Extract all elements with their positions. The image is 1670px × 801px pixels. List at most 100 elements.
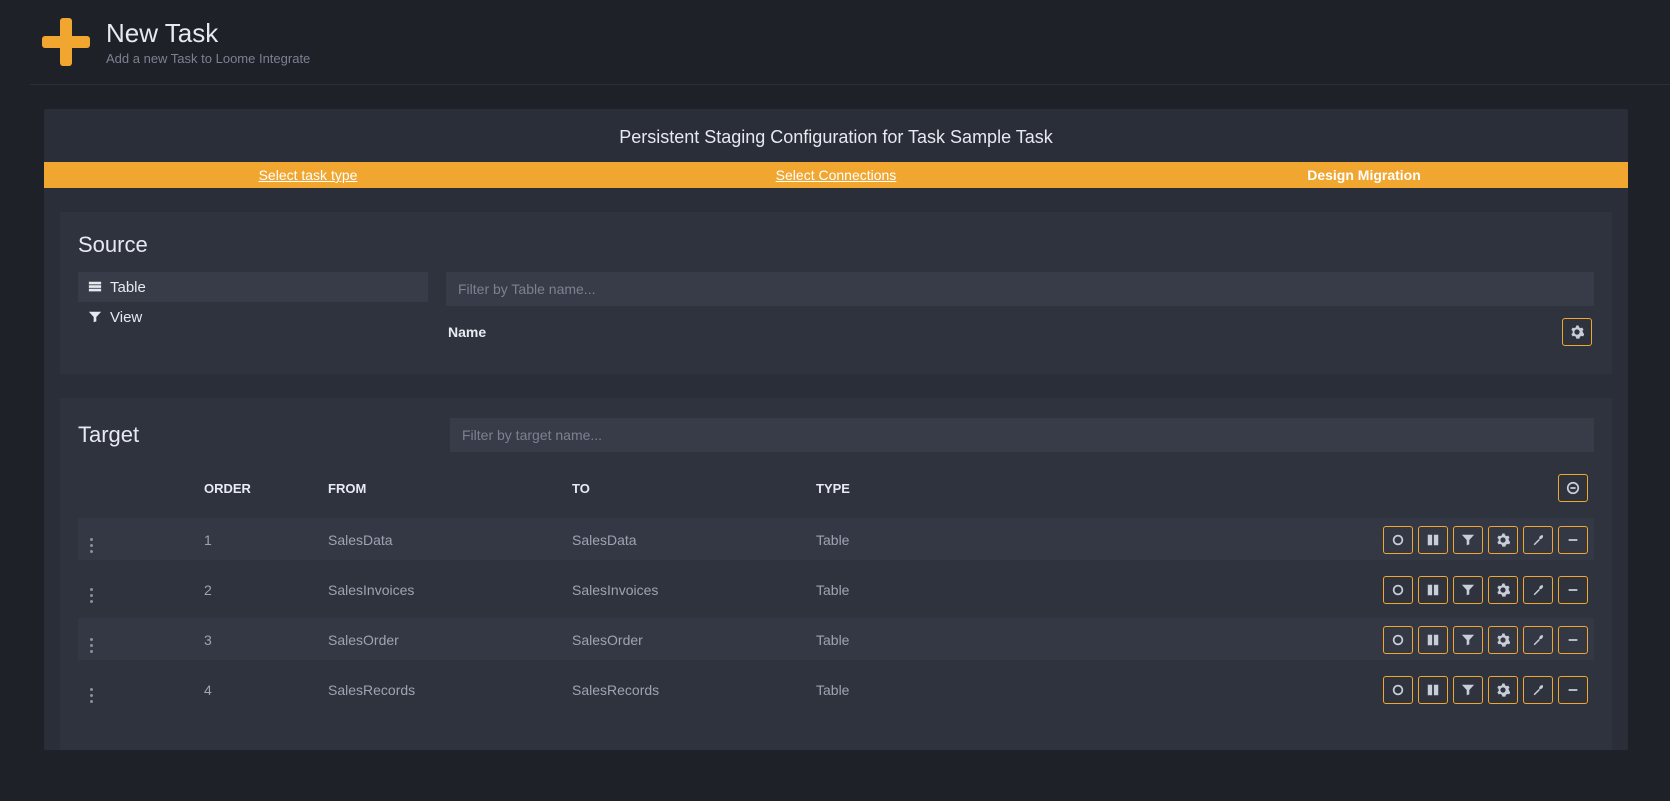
row-action-gear[interactable] [1488,576,1518,604]
source-title: Source [78,232,1594,258]
row-action-minus[interactable] [1558,526,1588,554]
cell-to: SalesData [572,532,816,548]
row-action-columns[interactable] [1418,676,1448,704]
filter-icon [1461,533,1475,547]
row-action-gear[interactable] [1488,626,1518,654]
source-name-column: Name [448,324,486,340]
col-to: TO [572,481,816,496]
cell-order: 3 [204,632,328,648]
drag-handle-icon[interactable] [84,538,93,553]
row-action-filter[interactable] [1453,676,1483,704]
row-action-refresh[interactable] [1383,526,1413,554]
refresh-icon [1391,683,1405,697]
gear-icon [1496,533,1510,547]
source-menu-view[interactable]: View [78,302,428,332]
wrench-icon [1531,683,1545,697]
table-row: 2SalesInvoicesSalesInvoicesTable [78,568,1594,610]
cell-type: Table [816,682,1076,698]
gear-icon [1496,633,1510,647]
minus-icon [1566,583,1580,597]
row-action-refresh[interactable] [1383,576,1413,604]
target-card: Target ORDER FROM TO TYPE 1SalesDataSale… [60,398,1612,750]
row-action-wrench[interactable] [1523,676,1553,704]
row-action-columns[interactable] [1418,626,1448,654]
gear-icon [1496,683,1510,697]
row-action-minus[interactable] [1558,676,1588,704]
row-action-refresh[interactable] [1383,626,1413,654]
target-title: Target [78,422,432,448]
columns-icon [1426,683,1440,697]
source-menu-view-label: View [110,309,142,326]
col-order: ORDER [204,481,328,496]
wizard-steps: Select task type Select Connections Desi… [44,162,1628,188]
drag-handle-icon[interactable] [84,688,93,703]
wizard-step-design-migration[interactable]: Design Migration [1100,162,1628,188]
row-action-columns[interactable] [1418,526,1448,554]
cell-order: 2 [204,582,328,598]
cell-to: SalesRecords [572,682,816,698]
row-action-columns[interactable] [1418,576,1448,604]
row-action-minus[interactable] [1558,626,1588,654]
gear-icon [1570,325,1584,339]
row-action-minus[interactable] [1558,576,1588,604]
page-subtitle: Add a new Task to Loome Integrate [106,51,310,66]
filter-icon [88,310,102,324]
refresh-icon [1391,583,1405,597]
col-from: FROM [328,481,572,496]
page-title: New Task [106,18,310,49]
target-add-button[interactable] [1558,474,1588,502]
row-action-gear[interactable] [1488,676,1518,704]
filter-icon [1461,683,1475,697]
table-icon [88,280,102,294]
cell-type: Table [816,532,1076,548]
source-menu: Table View [78,272,428,332]
row-actions [1076,626,1588,654]
row-action-refresh[interactable] [1383,676,1413,704]
source-menu-table-label: Table [110,279,146,296]
refresh-icon [1391,633,1405,647]
refresh-icon [1391,533,1405,547]
row-actions [1076,676,1588,704]
drag-handle-icon[interactable] [84,588,93,603]
wizard-step-connections[interactable]: Select Connections [572,162,1100,188]
row-actions [1076,576,1588,604]
drag-handle-icon[interactable] [84,638,93,653]
wrench-icon [1531,633,1545,647]
plus-icon [42,18,90,66]
columns-icon [1426,633,1440,647]
cell-to: SalesInvoices [572,582,816,598]
target-filter-input[interactable] [450,418,1594,452]
main-panel: Persistent Staging Configuration for Tas… [44,109,1628,750]
gear-icon [1496,583,1510,597]
source-menu-table[interactable]: Table [78,272,428,302]
cell-from: SalesRecords [328,682,572,698]
filter-icon [1461,633,1475,647]
wrench-icon [1531,583,1545,597]
cell-from: SalesData [328,532,572,548]
row-action-filter[interactable] [1453,576,1483,604]
row-action-wrench[interactable] [1523,526,1553,554]
wrench-icon [1531,533,1545,547]
minus-icon [1566,633,1580,647]
source-filter-input[interactable] [446,272,1594,306]
row-action-gear[interactable] [1488,526,1518,554]
source-card: Source Table View [60,212,1612,374]
row-action-wrench[interactable] [1523,626,1553,654]
row-action-filter[interactable] [1453,626,1483,654]
columns-icon [1426,583,1440,597]
row-action-filter[interactable] [1453,526,1483,554]
row-action-wrench[interactable] [1523,576,1553,604]
filter-icon [1461,583,1475,597]
wizard-step-task-type[interactable]: Select task type [44,162,572,188]
cell-to: SalesOrder [572,632,816,648]
minus-icon [1566,533,1580,547]
source-settings-button[interactable] [1562,318,1592,346]
columns-icon [1426,533,1440,547]
page-header: New Task Add a new Task to Loome Integra… [30,0,1670,85]
minus-icon [1566,683,1580,697]
row-actions [1076,526,1588,554]
target-table-header: ORDER FROM TO TYPE [78,466,1594,510]
cell-order: 1 [204,532,328,548]
table-row: 1SalesDataSalesDataTable [78,518,1594,560]
table-row: 3SalesOrderSalesOrderTable [78,618,1594,660]
